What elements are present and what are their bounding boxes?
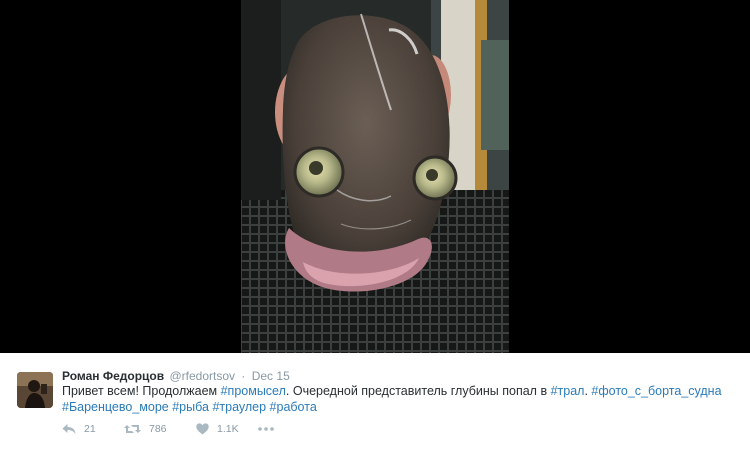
tweet-text-mid: . Очередной представитель глубины попал … [285, 384, 551, 398]
reply-count: 21 [84, 423, 96, 435]
hashtag-link[interactable]: #промысел [221, 384, 286, 398]
like-count: 1.1K [217, 423, 239, 435]
avatar-image [17, 372, 53, 408]
hashtag-link[interactable]: #фото_с_борта_судна [591, 384, 721, 398]
fish-photo [241, 0, 509, 353]
tweet-photo[interactable] [241, 0, 509, 353]
tweet-card: Роман Федорцов @rfedortsov · Dec 15 Прив… [0, 353, 750, 452]
reply-button[interactable]: 21 [62, 423, 124, 435]
more-dots-icon [258, 427, 274, 431]
hashtag-link[interactable]: #трал [551, 384, 585, 398]
author-username[interactable]: @rfedortsov [169, 369, 235, 383]
tweet-header: Роман Федорцов @rfedortsov · Dec 15 [62, 368, 290, 384]
retweet-icon [124, 425, 141, 433]
hashtag-link[interactable]: #работа [270, 400, 317, 414]
media-viewer [0, 0, 750, 353]
avatar[interactable] [17, 372, 53, 408]
tweet-text-lead: Привет всем! Продолжаем [62, 384, 221, 398]
more-button[interactable] [258, 427, 288, 431]
hashtag-link[interactable]: #рыба [172, 400, 209, 414]
retweet-button[interactable]: 786 [124, 423, 196, 435]
heart-icon [196, 423, 209, 435]
hashtag-link[interactable]: #Баренцево_море [62, 400, 169, 414]
tweet-timestamp[interactable]: Dec 15 [252, 369, 290, 383]
hashtag-link[interactable]: #траулер [212, 400, 266, 414]
author-fullname[interactable]: Роман Федорцов [62, 369, 164, 383]
like-button[interactable]: 1.1K [196, 423, 258, 435]
reply-icon [62, 424, 76, 434]
tweet-text: Привет всем! Продолжаем #промысел. Очере… [62, 383, 742, 415]
retweet-count: 786 [149, 423, 167, 435]
tweet-actions: 21 786 1.1K [62, 419, 288, 439]
header-separator: · [241, 369, 246, 383]
